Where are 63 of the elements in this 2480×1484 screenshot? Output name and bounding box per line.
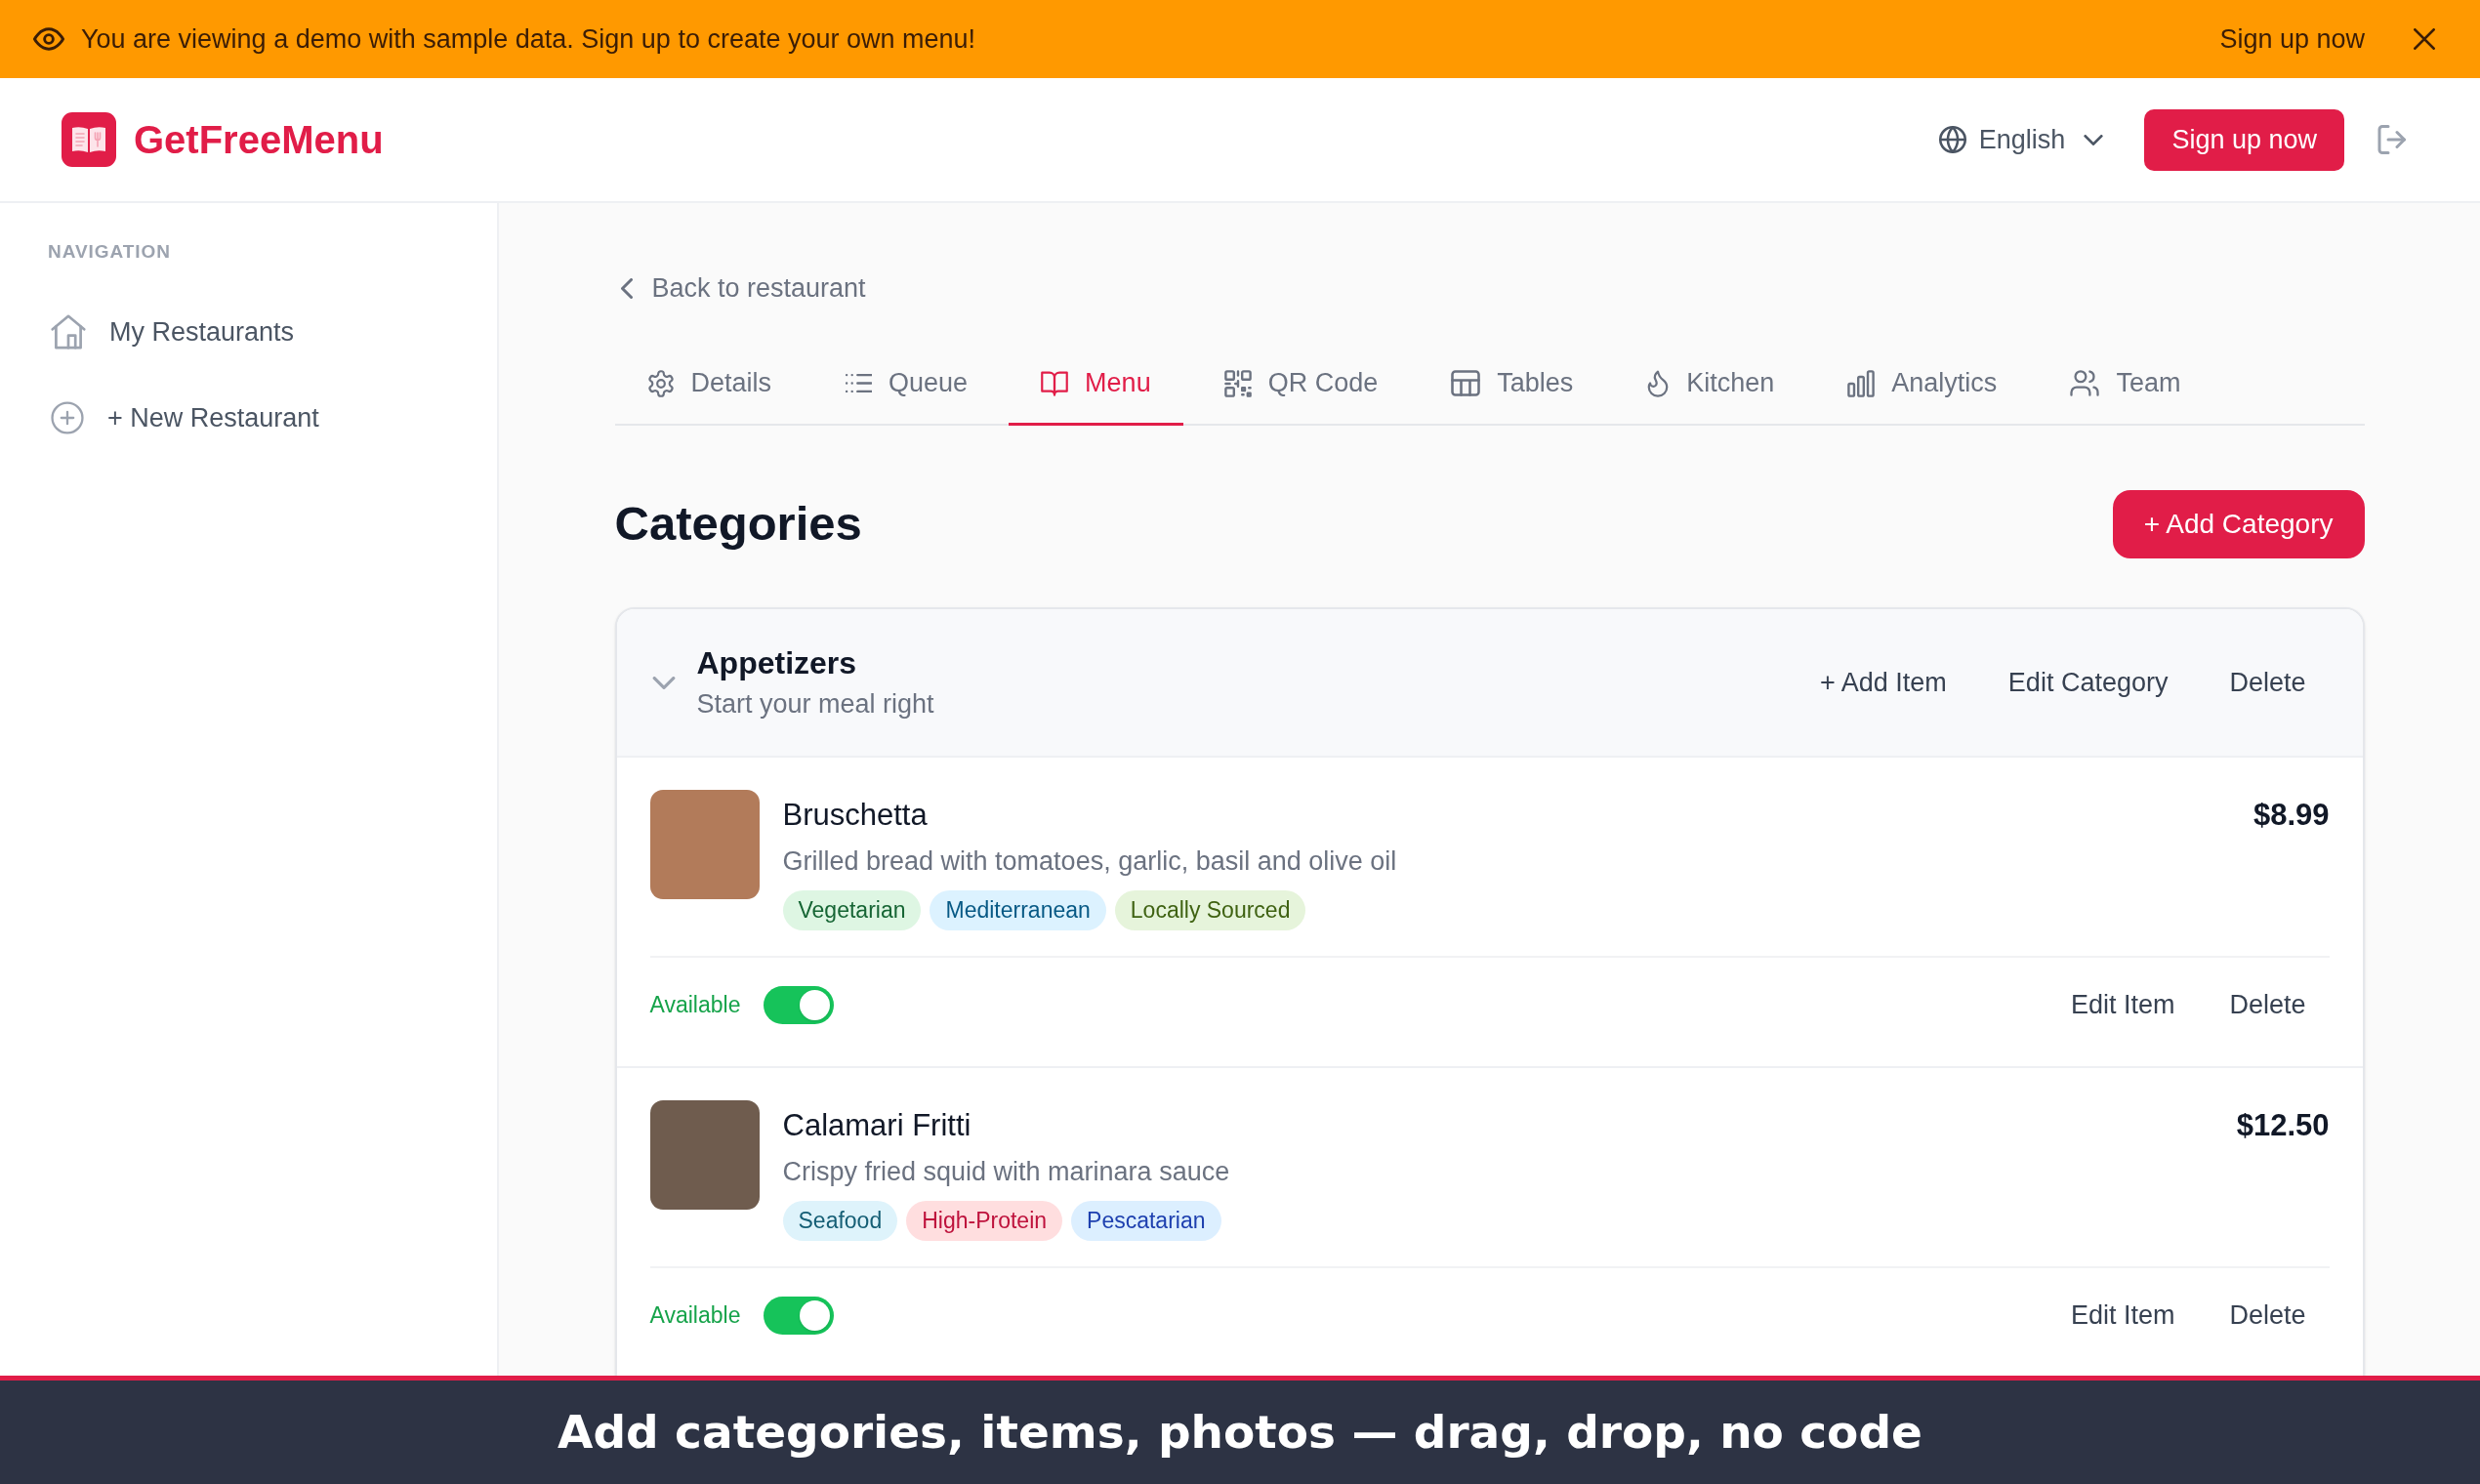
- item-description: Grilled bread with tomatoes, garlic, basil and olive oil: [782, 845, 1398, 878]
- tab[interactable]: Details: [614, 344, 805, 426]
- item-name: Calamari Fritti: [782, 1107, 972, 1144]
- qr-code-icon: [1223, 369, 1252, 397]
- tab[interactable]: Tables: [1419, 344, 1606, 426]
- edit-item-button[interactable]: Edit Item: [2046, 1288, 2199, 1342]
- edit-category-button[interactable]: Edit Category: [1984, 655, 2192, 710]
- delete-category-button[interactable]: Delete: [2206, 655, 2330, 710]
- bar-chart-icon: [1847, 369, 1876, 397]
- close-icon: [2414, 28, 2435, 50]
- add-item-button[interactable]: + Add Item: [1797, 655, 1970, 710]
- item-description: Crispy fried squid with marinara sauce: [782, 1156, 1231, 1188]
- tab[interactable]: Team: [2038, 344, 2213, 426]
- tag: Mediterranean: [930, 890, 1106, 930]
- users-icon: [2070, 370, 2100, 396]
- tab[interactable]: Menu: [1009, 344, 1183, 426]
- tag: Vegetarian: [782, 890, 922, 930]
- item-name: Bruschetta: [782, 797, 929, 834]
- table-icon: [1451, 370, 1481, 396]
- tab[interactable]: QR Code: [1191, 344, 1411, 426]
- add-category-button[interactable]: + Add Category: [2112, 490, 2365, 558]
- signup-link[interactable]: Sign up now: [2219, 19, 2365, 60]
- availability-label: Available: [649, 1300, 741, 1330]
- edit-item-button[interactable]: Edit Item: [2046, 977, 2199, 1032]
- brand-name: GetFreeMenu: [134, 117, 384, 163]
- tag: Pescatarian: [1071, 1201, 1221, 1241]
- tag: Seafood: [782, 1201, 898, 1241]
- language-selector[interactable]: English: [1938, 119, 2104, 160]
- tab[interactable]: Analytics: [1815, 344, 2030, 426]
- signup-button[interactable]: Sign up now: [2144, 108, 2344, 171]
- chevron-down-icon: [2084, 134, 2104, 145]
- category-name: Appetizers: [696, 644, 858, 682]
- sidebar-item[interactable]: My Restaurants: [29, 297, 468, 367]
- flame-icon: [1646, 369, 1671, 397]
- availability-label: Available: [649, 990, 741, 1019]
- book-logo-icon: [62, 112, 116, 167]
- delete-item-button[interactable]: Delete: [2206, 977, 2330, 1032]
- category-description: Start your meal right: [696, 688, 934, 721]
- tab[interactable]: Kitchen: [1614, 344, 1807, 426]
- delete-item-button[interactable]: Delete: [2206, 1288, 2330, 1342]
- back-link[interactable]: Back to restaurant: [614, 269, 866, 308]
- house-icon: [51, 314, 86, 350]
- item-price: $8.99: [2253, 797, 2330, 834]
- list-icon: [845, 373, 873, 393]
- availability-toggle[interactable]: [764, 1296, 835, 1335]
- eye-icon: [33, 27, 64, 51]
- sidebar-item[interactable]: + New Restaurant: [29, 383, 468, 453]
- availability-toggle[interactable]: [764, 985, 835, 1024]
- tab[interactable]: Queue: [812, 344, 1001, 426]
- caption-text: Add categories, items, photos — drag, drop, no code: [558, 1403, 1922, 1461]
- chevron-left-icon: [620, 278, 633, 299]
- item-price: $12.50: [2236, 1107, 2330, 1144]
- settings-icon: [646, 369, 675, 397]
- nav-heading: NAVIGATION: [47, 240, 172, 264]
- chevron-down-icon[interactable]: [651, 676, 676, 689]
- plus-circle-icon: [51, 401, 84, 434]
- page-title: Categories: [614, 496, 862, 553]
- tag: Locally Sourced: [1114, 890, 1306, 930]
- tag: High-Protein: [906, 1201, 1063, 1241]
- demo-message: You are viewing a demo with sample data. Sign up to create your own menu!: [81, 22, 976, 56]
- globe-icon: [1938, 126, 1966, 153]
- book-icon: [1041, 370, 1069, 396]
- logout-icon: [2377, 125, 2406, 154]
